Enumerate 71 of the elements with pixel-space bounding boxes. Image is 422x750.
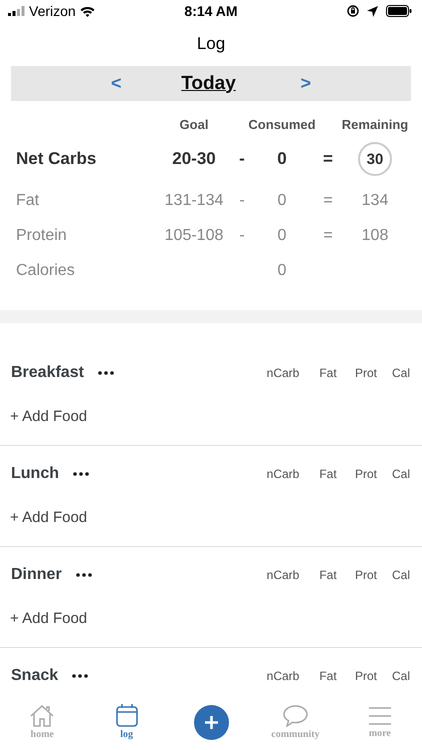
column-header: Goal [180, 116, 208, 132]
goal-value: 20-30 [172, 149, 216, 169]
add-button[interactable] [194, 704, 229, 740]
date-button[interactable]: Today [181, 72, 236, 94]
goal-value: 131-134 [164, 192, 224, 210]
column-header: nCarb [266, 669, 300, 683]
consumed-value: 0 [278, 226, 286, 244]
orientation-lock-icon [347, 5, 359, 17]
equals-sign: = [323, 149, 333, 169]
macro-name: Protein [16, 226, 67, 244]
column-header: Prot [354, 366, 378, 380]
column-header: Cal [390, 467, 411, 481]
macro-name: Net Carbs [16, 149, 96, 169]
minus-sign: - [239, 226, 245, 244]
column-header: Fat [318, 568, 338, 582]
equals-sign: = [323, 226, 333, 244]
battery-icon [386, 5, 412, 17]
consumed-value: 0 [278, 192, 286, 210]
tab-item[interactable]: home [0, 704, 84, 740]
previous-day-button[interactable]: < [106, 73, 126, 94]
clock-time: 8:14 AM [184, 3, 238, 19]
remaining-value: 134 [362, 192, 388, 210]
tab-item[interactable]: more [338, 706, 422, 738]
column-header: Cal [390, 669, 411, 683]
consumed-value: 0 [278, 262, 286, 280]
tab-item[interactable]: log [84, 704, 169, 740]
next-day-button[interactable]: > [296, 73, 316, 94]
column-header: nCarb [266, 366, 300, 380]
more-icon[interactable] [76, 573, 92, 577]
meal-name: Breakfast [11, 364, 84, 382]
column-header: Prot [354, 669, 378, 683]
meal-name: Lunch [11, 465, 59, 483]
goal-value: 105-108 [164, 226, 224, 244]
menu-icon [368, 706, 391, 726]
speech-bubble-icon [282, 704, 308, 726]
column-header: Prot [354, 568, 378, 582]
calendar-icon [116, 704, 138, 727]
column-header: Prot [354, 467, 378, 481]
add-food-button[interactable]: + Add Food [0, 502, 88, 532]
column-header: Consumed [248, 116, 316, 132]
column-header: Fat [318, 669, 338, 683]
column-header: Fat [318, 366, 338, 380]
column-header: nCarb [266, 568, 300, 582]
add-food-button[interactable]: + Add Food [0, 401, 88, 431]
more-icon[interactable] [72, 674, 88, 678]
location-arrow-icon [367, 6, 378, 16]
remaining-badge: 30 [358, 142, 392, 176]
column-header: Remaining [342, 116, 408, 132]
wifi-icon [80, 6, 95, 16]
more-icon[interactable] [98, 371, 114, 375]
macro-name: Fat [16, 192, 40, 210]
more-icon[interactable] [73, 472, 89, 476]
consumed-value: 0 [277, 149, 287, 169]
screen-title: Log [196, 34, 226, 54]
meal-name: Dinner [11, 566, 62, 584]
signal-icon [8, 6, 25, 16]
plus-icon [204, 714, 219, 730]
macro-name: Calories [16, 262, 75, 280]
column-header: Cal [390, 568, 411, 582]
add-food-button[interactable]: + Add Food [0, 603, 88, 633]
meal-name: Snack [11, 667, 58, 685]
column-header: Cal [390, 366, 411, 380]
remaining-value: 108 [362, 226, 388, 244]
minus-sign: - [239, 192, 245, 210]
carrier-name: Verizon [29, 3, 76, 19]
column-header: Fat [318, 467, 338, 481]
column-header: nCarb [266, 467, 300, 481]
equals-sign: = [323, 192, 333, 210]
home-icon [30, 704, 54, 726]
minus-sign: - [239, 149, 245, 169]
tab-item[interactable]: community [253, 704, 338, 740]
